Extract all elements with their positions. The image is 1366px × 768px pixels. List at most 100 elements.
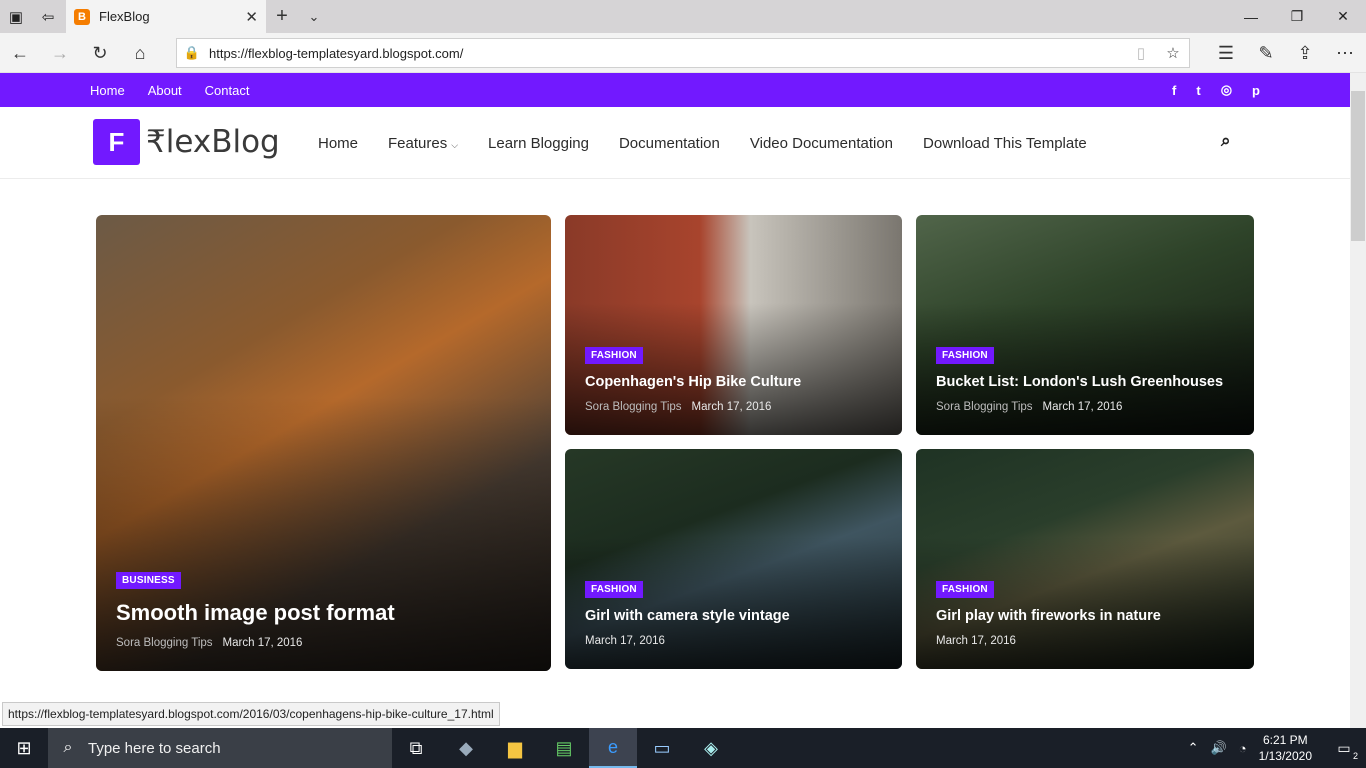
card-overlay — [96, 397, 551, 671]
edge-browser-icon[interactable]: e — [589, 728, 637, 768]
app-icon[interactable]: ◈ — [687, 728, 735, 768]
post-date: March 17, 2016 — [222, 637, 303, 649]
category-badge[interactable]: BUSINESS — [116, 572, 181, 589]
chevron-down-icon: ⌵ — [451, 139, 459, 150]
reading-view-icon[interactable]: ▯ — [1125, 44, 1157, 62]
post-date: March 17, 2016 — [585, 635, 665, 647]
top-bar: Home About Contact f t ◎ p — [0, 73, 1350, 107]
close-window-icon[interactable]: ✕ — [1320, 0, 1366, 33]
file-explorer-icon[interactable]: ▆ — [491, 728, 539, 768]
menu-item-home[interactable]: Home — [318, 135, 358, 152]
clock-date: 1/13/2020 — [1258, 749, 1312, 763]
pen-notes-icon[interactable]: ✎ — [1254, 41, 1278, 65]
featured-post[interactable]: FASHION Girl with camera style vintage M… — [565, 449, 902, 669]
post-author: Sora Blogging Tips — [585, 401, 682, 413]
address-bar[interactable]: 🔒 https://flexblog-templatesyard.blogspo… — [176, 38, 1190, 68]
scrollbar-thumb[interactable] — [1351, 91, 1365, 241]
post-title[interactable]: Girl with camera style vintage — [585, 608, 790, 624]
post-title[interactable]: Girl play with fireworks in nature — [936, 608, 1161, 624]
featured-post[interactable]: FASHION Girl play with fireworks in natu… — [916, 449, 1254, 669]
site-header: F ₹lexBlog Home Features ⌵ Learn Blogging… — [0, 107, 1350, 179]
post-date: March 17, 2016 — [1042, 401, 1123, 413]
page-scrollbar[interactable] — [1350, 73, 1366, 728]
tab-list-chevron-icon[interactable]: ⌄ — [298, 0, 330, 33]
lock-icon: 🔒 — [183, 45, 201, 60]
card-overlay — [916, 537, 1254, 669]
task-view-icon[interactable]: ⧉ — [392, 728, 440, 768]
post-date: March 17, 2016 — [936, 635, 1016, 647]
tab-actions-icon[interactable]: ▣ — [0, 0, 32, 33]
topbar-link-about[interactable]: About — [148, 83, 182, 98]
blogger-favicon-icon: B — [74, 8, 90, 25]
forward-icon[interactable]: → — [48, 41, 72, 65]
windows-start-icon[interactable]: ⊞ — [0, 728, 48, 768]
notification-count: 2 — [1352, 751, 1358, 761]
featured-post[interactable]: FASHION Copenhagen's Hip Bike Culture So… — [565, 215, 902, 435]
category-badge[interactable]: FASHION — [936, 347, 994, 364]
clock[interactable]: 6:21 PM 1/13/2020 — [1259, 732, 1312, 764]
url-text[interactable]: https://flexblog-templatesyard.blogspot.… — [207, 46, 1125, 61]
pinterest-icon[interactable]: p — [1252, 83, 1260, 98]
taskbar-search-placeholder: Type here to search — [88, 739, 221, 757]
logo-mark: F — [93, 119, 140, 165]
share-icon[interactable]: ⇪ — [1293, 41, 1317, 65]
tab-title: FlexBlog — [99, 9, 150, 24]
logo-text: ₹lexBlog — [146, 124, 280, 160]
clock-time: 6:21 PM — [1262, 733, 1308, 747]
browser-tab[interactable]: B FlexBlog ✕ — [66, 0, 266, 33]
notification-icon[interactable]: ▭ 2 — [1330, 737, 1358, 762]
app-icon[interactable]: ▭ — [638, 728, 686, 768]
wifi-icon[interactable]: ◔ — [1239, 741, 1247, 756]
new-tab-icon[interactable]: + — [266, 0, 298, 33]
app-icon[interactable]: ◆ — [442, 728, 490, 768]
chevron-up-icon[interactable]: ⌃ — [1188, 740, 1199, 756]
system-tray: ⌃ 🔊 ◔ 6:21 PM 1/13/2020 ▭ 2 — [1188, 728, 1366, 768]
featured-post-large[interactable]: BUSINESS Smooth image post format Sora B… — [96, 215, 551, 671]
category-badge[interactable]: FASHION — [936, 581, 994, 598]
back-icon[interactable]: ← — [8, 41, 32, 65]
app-icon[interactable]: ▤ — [540, 728, 588, 768]
post-meta: Sora Blogging Tips March 17, 2016 — [936, 401, 1122, 413]
post-meta: Sora Blogging Tips March 17, 2016 — [116, 637, 302, 649]
post-meta: March 17, 2016 — [585, 635, 665, 647]
topbar-link-home[interactable]: Home — [90, 83, 125, 98]
web-page: Home About Contact f t ◎ p F ₹lexBlog Ho… — [0, 73, 1350, 728]
taskbar-search[interactable]: ⌕ Type here to search — [48, 728, 392, 768]
featured-post[interactable]: FASHION Bucket List: London's Lush Green… — [916, 215, 1254, 435]
menu-item-documentation[interactable]: Documentation — [619, 135, 720, 152]
search-icon[interactable]: ⌕ — [1221, 131, 1231, 151]
favorite-star-icon[interactable]: ☆ — [1157, 44, 1189, 62]
instagram-icon[interactable]: ◎ — [1221, 82, 1232, 98]
post-title[interactable]: Copenhagen's Hip Bike Culture — [585, 374, 801, 390]
category-badge[interactable]: FASHION — [585, 347, 643, 364]
restore-icon[interactable]: ❐ — [1274, 0, 1320, 33]
menu-item-video-documentation[interactable]: Video Documentation — [750, 135, 893, 152]
minimize-icon[interactable]: — — [1228, 0, 1274, 33]
volume-icon[interactable]: 🔊 — [1211, 740, 1227, 756]
browser-tabstrip: ▣ ⇦ B FlexBlog ✕ + ⌄ — ❐ ✕ — [0, 0, 1366, 33]
home-icon[interactable]: ⌂ — [128, 41, 152, 65]
topbar-link-contact[interactable]: Contact — [205, 83, 250, 98]
menu-item-learn-blogging[interactable]: Learn Blogging — [488, 135, 589, 152]
set-aside-tabs-icon[interactable]: ⇦ — [32, 0, 64, 33]
browser-navbar: ← → ↻ ⌂ 🔒 https://flexblog-templatesyard… — [0, 33, 1366, 73]
facebook-icon[interactable]: f — [1172, 83, 1176, 98]
close-tab-icon[interactable]: ✕ — [245, 8, 258, 26]
site-logo[interactable]: F ₹lexBlog — [93, 119, 280, 165]
menu-item-features[interactable]: Features ⌵ — [388, 135, 458, 152]
link-status-bar: https://flexblog-templatesyard.blogspot.… — [2, 702, 500, 726]
refresh-icon[interactable]: ↻ — [88, 41, 112, 65]
window-controls: — ❐ ✕ — [1228, 0, 1366, 33]
twitter-icon[interactable]: t — [1196, 83, 1200, 98]
post-meta: March 17, 2016 — [936, 635, 1016, 647]
post-date: March 17, 2016 — [691, 401, 772, 413]
post-author: Sora Blogging Tips — [116, 637, 213, 649]
menu-item-download-template[interactable]: Download This Template — [923, 135, 1087, 152]
card-overlay — [565, 537, 902, 669]
post-title[interactable]: Bucket List: London's Lush Greenhouses — [936, 374, 1223, 390]
favorites-list-icon[interactable]: ☰ — [1214, 41, 1238, 65]
search-icon: ⌕ — [63, 739, 73, 756]
category-badge[interactable]: FASHION — [585, 581, 643, 598]
more-options-icon[interactable]: ⋯ — [1333, 41, 1357, 65]
post-title[interactable]: Smooth image post format — [116, 600, 395, 626]
